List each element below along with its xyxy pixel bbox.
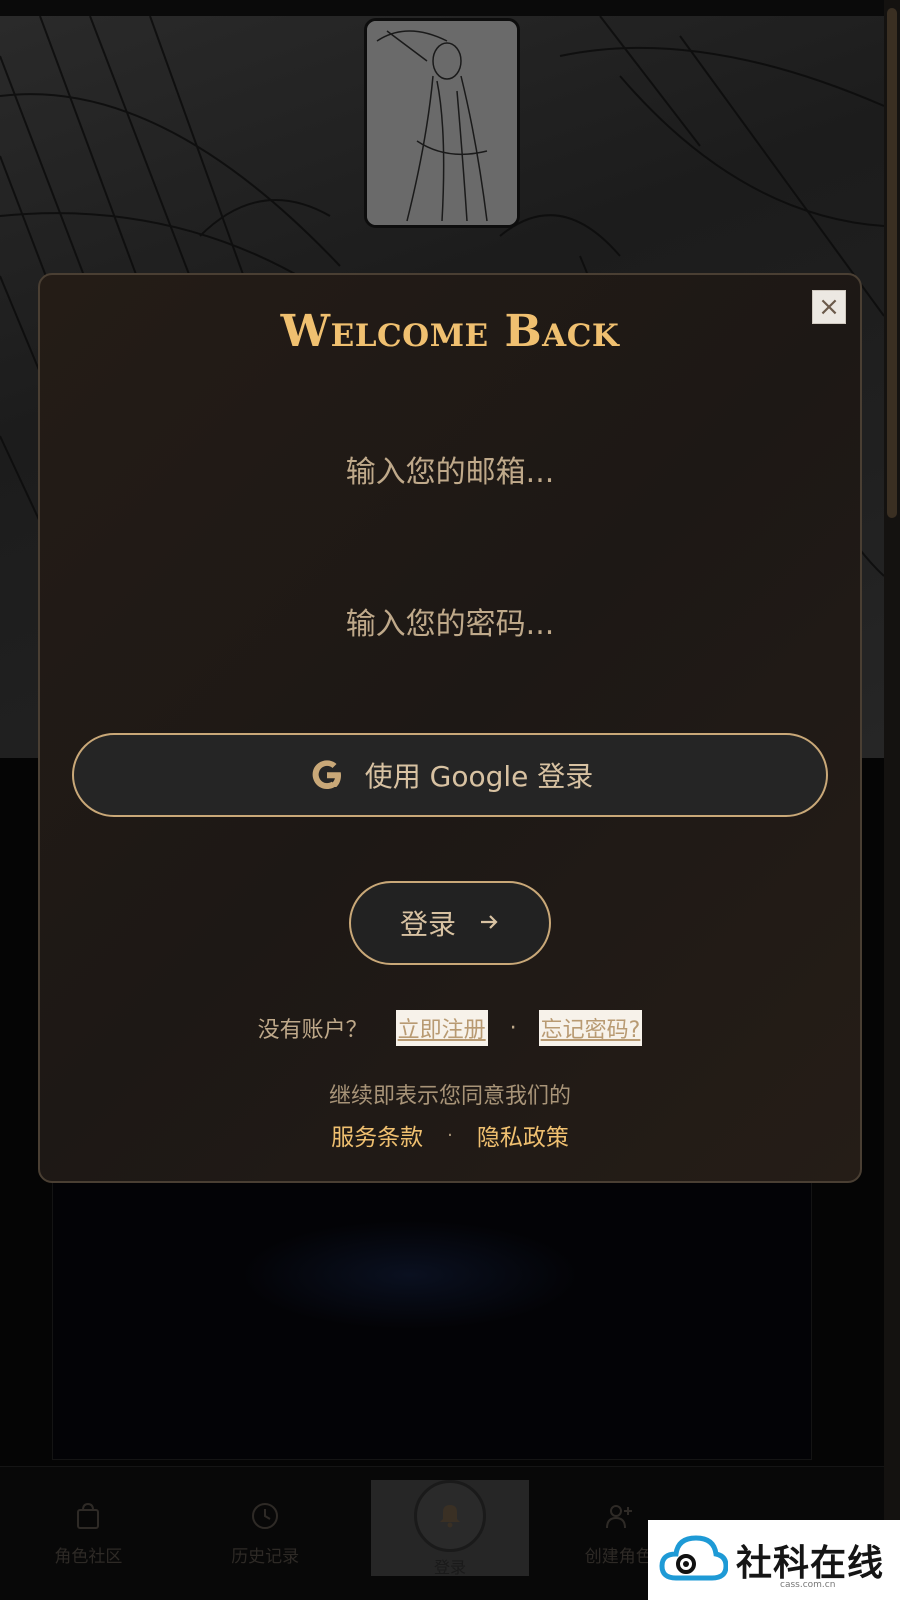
- character-portrait: [364, 18, 520, 228]
- privacy-link[interactable]: 隐私政策: [477, 1118, 569, 1152]
- login-modal: [38, 273, 862, 1183]
- policy-links: 服务条款 · 隐私政策: [38, 1118, 862, 1152]
- google-button-label: 使用 Google 登录: [364, 760, 594, 793]
- modal-title: Welcome Back: [280, 306, 620, 357]
- clock-icon: [249, 1500, 281, 1532]
- user-plus-icon: [603, 1500, 635, 1532]
- nav-label: 创建角色: [584, 1547, 653, 1567]
- content-glow: [240, 1220, 580, 1330]
- watermark-logo: 社科在线: [648, 1520, 900, 1600]
- nav-label: 角色社区: [54, 1547, 123, 1567]
- bell-icon: [435, 1499, 465, 1533]
- cloud-logo-icon: [658, 1530, 729, 1590]
- nav-item-history[interactable]: 历史记录: [177, 1467, 354, 1600]
- no-account-text: 没有账户？: [257, 1018, 368, 1043]
- link-separator: ·: [509, 1015, 517, 1041]
- login-button-label: 登录: [399, 908, 456, 941]
- watermark-subtext: cass.com.cn: [780, 1580, 836, 1590]
- google-login-button[interactable]: 使用 Google 登录: [72, 733, 828, 817]
- arrow-right-icon: [478, 907, 500, 940]
- portrait-sketch: [367, 21, 517, 225]
- nav-login-label: 登录: [433, 1558, 466, 1577]
- login-button[interactable]: 登录: [349, 881, 551, 965]
- watermark-text: 社科在线: [736, 1543, 885, 1584]
- nav-item-community[interactable]: 角色社区: [0, 1467, 177, 1600]
- shopping-bag-icon: [72, 1500, 104, 1532]
- nav-item-login[interactable]: [414, 1480, 486, 1552]
- agree-text: 继续即表示您同意我们的: [328, 1084, 571, 1109]
- terms-link[interactable]: 服务条款: [331, 1118, 423, 1152]
- scrollbar[interactable]: [884, 0, 900, 1600]
- account-links: 没有账户？ 立即注册 · 忘记密码?: [38, 1010, 862, 1046]
- google-icon: [307, 755, 347, 795]
- register-link[interactable]: 立即注册: [395, 1010, 488, 1046]
- password-input[interactable]: [72, 594, 828, 654]
- email-input[interactable]: [72, 442, 828, 502]
- forgot-password-link[interactable]: 忘记密码?: [538, 1010, 643, 1046]
- scrollbar-thumb[interactable]: [887, 8, 897, 518]
- top-bar: [0, 0, 900, 16]
- policy-separator: ·: [447, 1124, 453, 1146]
- nav-label: 历史记录: [231, 1547, 300, 1567]
